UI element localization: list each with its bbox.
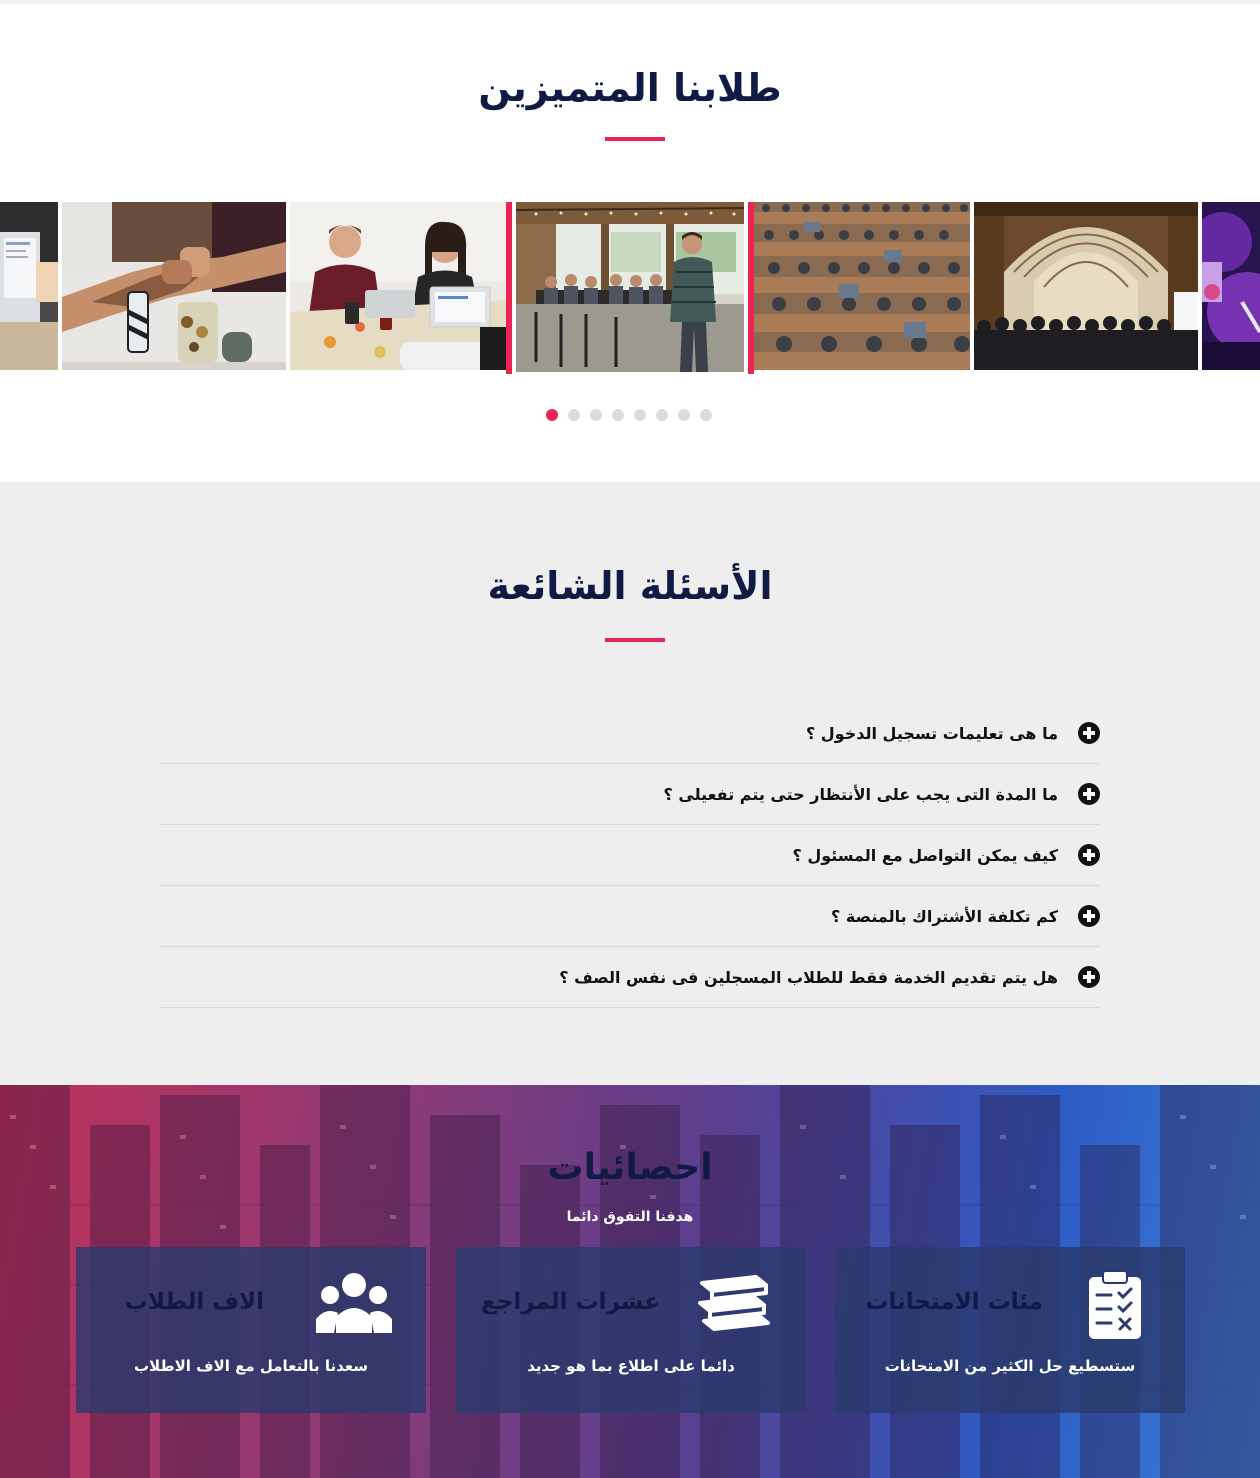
faq-item[interactable]: هل يتم تقديم الخدمة فقط للطلاب المسجلين … [160, 947, 1100, 1008]
faq-item[interactable]: ما هى تعليمات تسجيل الدخول ؟ [160, 703, 1100, 764]
slide-exhibition-hall[interactable] [974, 202, 1198, 370]
slide-concert-stage[interactable] [1202, 202, 1260, 370]
students-title-underline [605, 137, 665, 141]
faq-question[interactable]: ما هى تعليمات تسجيل الدخول ؟ [806, 724, 1058, 743]
plus-circle-icon[interactable] [1078, 966, 1100, 988]
stat-desc: سعدنا بالتعامل مع الاف الاطلاب [133, 1357, 368, 1375]
books-icon [696, 1273, 770, 1337]
slide-office-meeting[interactable] [290, 202, 506, 370]
stat-card-exams: مئات الامتحانات ستسطيع حل الكثير من الام… [835, 1247, 1185, 1413]
stat-card-students: الاف الطلاب سعدنا بالتعامل مع الاف الاطل… [76, 1247, 426, 1413]
carousel-dot[interactable] [590, 409, 602, 421]
carousel-dot[interactable] [568, 409, 580, 421]
carousel-pagination [546, 409, 712, 423]
clipboard-check-icon [1087, 1269, 1143, 1345]
users-icon [316, 1271, 392, 1341]
stat-card-references: عشرات المراجع دائما على اطلاع بما هو جدي… [456, 1247, 806, 1413]
slide-laptop-workspace[interactable] [0, 202, 58, 370]
students-section: طلابنا المتميزين [0, 4, 1260, 482]
students-carousel[interactable] [0, 202, 1260, 374]
faq-item[interactable]: كيف يمكن التواصل مع المسئول ؟ [160, 825, 1100, 886]
plus-circle-icon[interactable] [1078, 905, 1100, 927]
plus-circle-icon[interactable] [1078, 722, 1100, 744]
stats-section: احصائيات هدفنا التفوق دائما مئات الامتحا… [0, 1085, 1260, 1478]
faq-section: الأسئلة الشائعة ما هى تعليمات تسجيل الدخ… [0, 482, 1260, 1085]
faq-list: ما هى تعليمات تسجيل الدخول ؟ ما المدة ال… [160, 703, 1100, 1008]
plus-circle-icon[interactable] [1078, 844, 1100, 866]
faq-question[interactable]: كيف يمكن التواصل مع المسئول ؟ [792, 846, 1058, 865]
faq-item[interactable]: ما المدة التى يجب على الأنتظار حتى يتم ت… [160, 764, 1100, 825]
carousel-dot[interactable] [546, 409, 558, 421]
students-title: طلابنا المتميزين [478, 66, 782, 110]
faq-item[interactable]: كم تكلفة الأشتراك بالمنصة ؟ [160, 886, 1100, 947]
stats-title: احصائيات [547, 1147, 713, 1188]
stats-subtitle: هدفنا التفوق دائما [566, 1209, 694, 1225]
faq-title-underline [605, 638, 665, 642]
stat-desc: دائما على اطلاع بما هو جديد [527, 1357, 735, 1375]
stat-desc: ستسطيع حل الكثير من الامتحانات [884, 1357, 1136, 1375]
faq-title: الأسئلة الشائعة [487, 564, 773, 608]
faq-question[interactable]: كم تكلفة الأشتراك بالمنصة ؟ [831, 907, 1058, 926]
plus-circle-icon[interactable] [1078, 783, 1100, 805]
stat-title: مئات الامتحانات [865, 1289, 1043, 1315]
stat-title: الاف الطلاب [124, 1289, 264, 1315]
carousel-dot[interactable] [656, 409, 668, 421]
stat-title: عشرات المراجع [481, 1289, 660, 1315]
carousel-dot[interactable] [612, 409, 624, 421]
carousel-dot[interactable] [634, 409, 646, 421]
carousel-dot[interactable] [678, 409, 690, 421]
faq-question[interactable]: ما المدة التى يجب على الأنتظار حتى يتم ت… [664, 785, 1058, 804]
faq-question[interactable]: هل يتم تقديم الخدمة فقط للطلاب المسجلين … [559, 968, 1058, 987]
slide-speaker-presentation[interactable] [506, 202, 754, 374]
slide-lecture-hall-audience[interactable] [754, 202, 970, 370]
slide-team-fist-bump[interactable] [62, 202, 286, 370]
carousel-dot[interactable] [700, 409, 712, 421]
